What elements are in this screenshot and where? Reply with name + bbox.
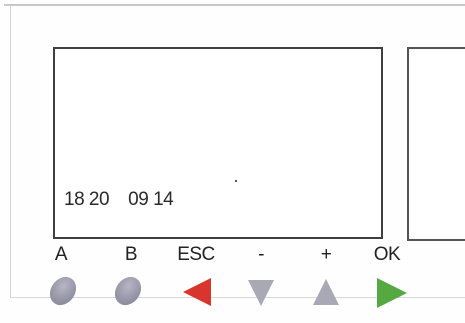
button-plus-label: + [320,244,332,265]
controller-panel: 18 20 09 14 A B ESC - + OK [0,0,465,323]
button-b-label: B [124,244,138,265]
ok-button[interactable] [377,278,407,308]
lcd-readout: 18 20 09 14 [64,189,174,210]
minus-button[interactable] [248,280,274,306]
button-a[interactable] [44,271,82,311]
lcd-speck [235,180,237,182]
button-ok-label: OK [373,244,401,265]
button-esc-label: ESC [177,244,215,265]
button-b[interactable] [109,271,147,311]
esc-button[interactable] [183,278,211,306]
lcd-display: 18 20 09 14 [53,47,383,239]
panel-left-edge [10,6,11,298]
plus-button[interactable] [313,279,339,305]
panel-top-edge [4,4,465,6]
button-a-label: A [54,244,68,265]
secondary-display [407,47,465,241]
button-minus-label: - [258,244,264,265]
